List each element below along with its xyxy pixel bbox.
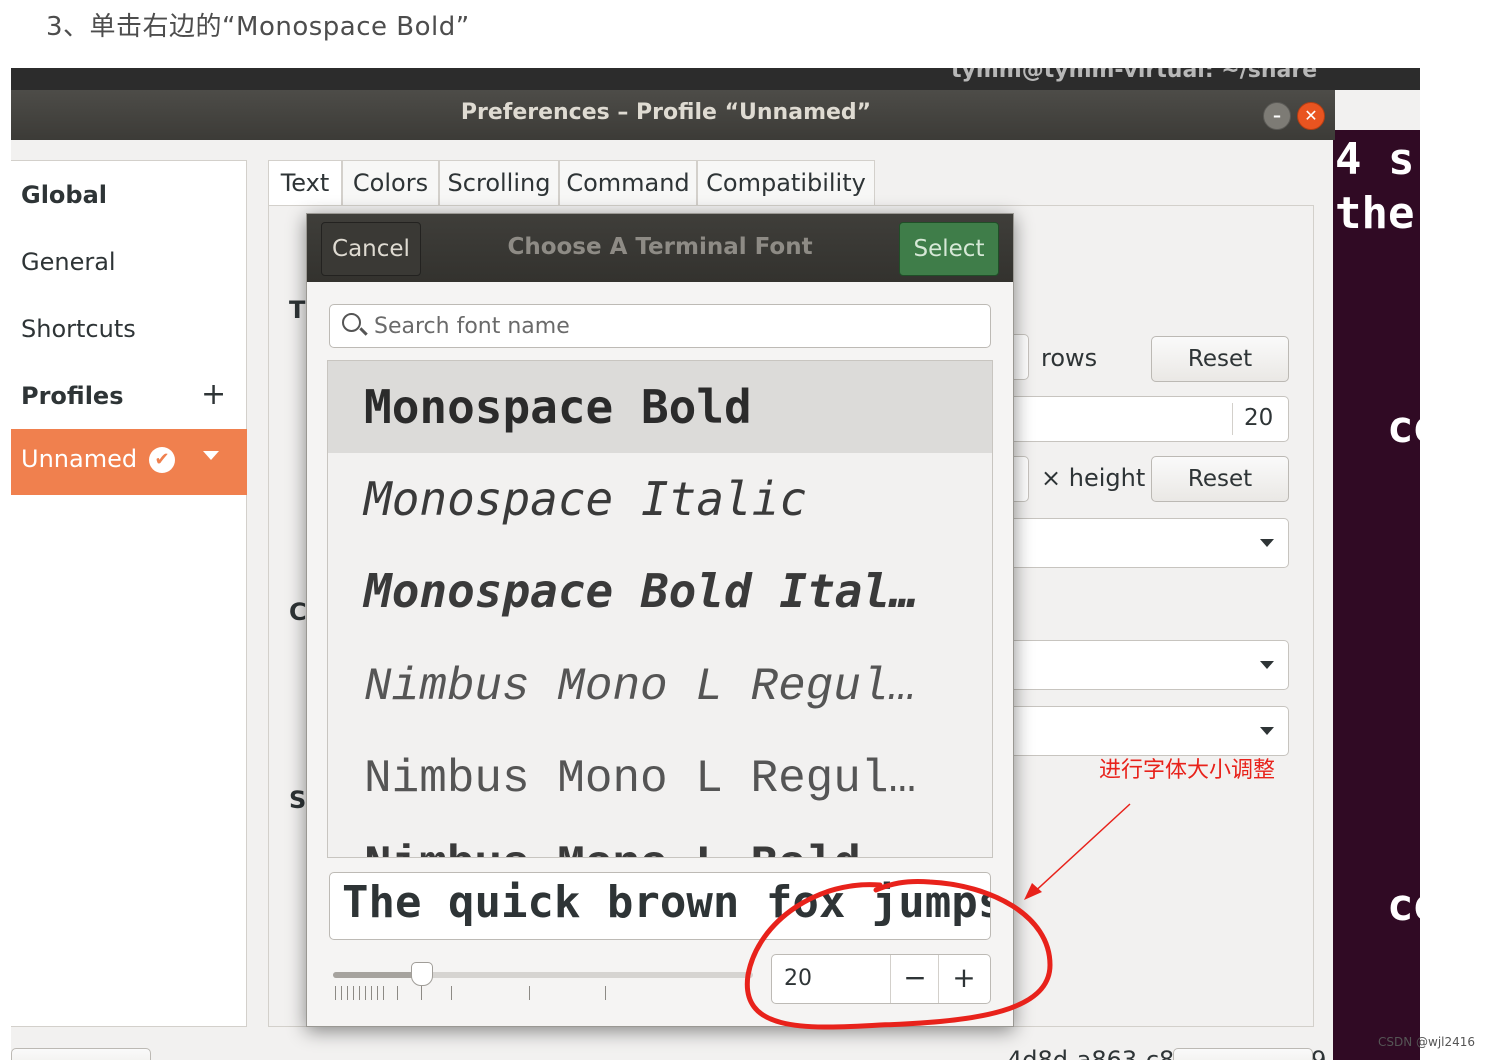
profile-name: Unnamed	[21, 445, 138, 473]
slider-tick	[359, 986, 360, 1000]
slider-tick	[365, 986, 366, 1000]
close-button[interactable]: ✕	[1297, 102, 1325, 130]
slider-tick	[377, 986, 378, 1000]
slider-tick	[397, 986, 398, 1000]
combo-box[interactable]	[969, 706, 1289, 756]
search-box[interactable]	[329, 304, 991, 348]
font-item-monospace-bold[interactable]: Monospace Bold	[328, 361, 992, 453]
screenshot-area: tymm@tymm-virtual: ~/share 4 s ther co c…	[11, 68, 1420, 1060]
sidebar-heading-profiles: Profiles	[21, 382, 124, 410]
reset-rows-button[interactable]: Reset	[1151, 336, 1289, 382]
terminal-line: 4 s	[1335, 134, 1415, 185]
slider-tick	[421, 986, 422, 1000]
font-item[interactable]: Monospace Bold Ital…	[328, 545, 992, 637]
font-item[interactable]: Nimbus Mono L Bold	[328, 819, 992, 857]
preview-text: The quick brown fox jumps over the lazy …	[342, 877, 990, 928]
top-panel: tymm@tymm-virtual: ~/share	[11, 68, 1420, 90]
font-item[interactable]: Monospace Italic	[328, 453, 992, 545]
terminal-line: co	[1387, 402, 1420, 453]
chevron-down-icon[interactable]	[203, 451, 219, 460]
tab-colors[interactable]: Colors	[342, 160, 439, 205]
slider-tick	[605, 986, 606, 1000]
background-terminal: 4 s ther co co com	[1333, 130, 1420, 1060]
section-letter: T	[289, 296, 306, 324]
chevron-down-icon	[1260, 727, 1274, 735]
size-field[interactable]: 20	[969, 396, 1289, 442]
increase-size-button[interactable]: +	[938, 955, 989, 1003]
close-dialog-button[interactable]	[1173, 1048, 1313, 1060]
slider-tick	[335, 986, 336, 1000]
section-letter: S	[289, 786, 307, 814]
slider-tick	[341, 986, 342, 1000]
terminal-line: ther	[1335, 188, 1420, 239]
select-button[interactable]: Select	[899, 222, 999, 276]
article-step-heading: 3、单击右边的“Monospace Bold”	[46, 12, 470, 42]
dialog-header: Choose A Terminal Font Cancel Select	[307, 214, 1013, 282]
search-input[interactable]	[374, 305, 974, 347]
default-check-icon: ✔	[149, 447, 175, 473]
slider-tick	[451, 986, 452, 1000]
sidebar-item-general[interactable]: General	[21, 248, 116, 276]
height-label: × height	[1041, 464, 1146, 492]
slider-tick	[353, 986, 354, 1000]
slider-fill	[333, 972, 421, 978]
reset-height-button[interactable]: Reset	[1151, 456, 1289, 502]
tab-scrolling[interactable]: Scrolling	[439, 160, 559, 205]
tab-compatibility[interactable]: Compatibility	[697, 160, 875, 205]
window-title: Preferences – Profile “Unnamed”	[460, 100, 872, 125]
sidebar-item-shortcuts[interactable]: Shortcuts	[21, 315, 136, 343]
help-button[interactable]	[11, 1048, 151, 1060]
font-item[interactable]: Nimbus Mono L Regul…	[328, 641, 992, 733]
slider-tick	[383, 986, 384, 1000]
add-profile-button[interactable]: +	[201, 377, 226, 412]
slider-handle[interactable]	[411, 962, 433, 986]
font-chooser-dialog: Choose A Terminal Font Cancel Select Mon…	[306, 213, 1014, 1027]
combo-box[interactable]	[969, 640, 1289, 690]
watermark: CSDN @wjl2416	[1378, 1035, 1476, 1049]
slider-tick	[347, 986, 348, 1000]
annotation-text: 进行字体大小调整	[1099, 758, 1276, 783]
font-item[interactable]: Nimbus Mono L Regul…	[328, 733, 992, 825]
tab-command[interactable]: Command	[559, 160, 697, 205]
search-icon-handle	[359, 327, 368, 336]
font-size-value[interactable]: 20	[784, 955, 812, 1003]
terminal-line: co	[1387, 880, 1420, 931]
minimize-button[interactable]: –	[1263, 102, 1291, 130]
window-titlebar: Preferences – Profile “Unnamed” – ✕	[11, 90, 1335, 140]
slider-tick	[529, 986, 530, 1000]
chevron-down-icon	[1260, 539, 1274, 547]
rows-label: rows	[1041, 344, 1098, 372]
decrease-size-button[interactable]: −	[890, 955, 939, 1003]
separator	[1232, 403, 1233, 435]
font-size-slider[interactable]	[333, 962, 753, 1006]
cancel-button[interactable]: Cancel	[321, 222, 421, 276]
size-field-value: 20	[1244, 405, 1274, 431]
sidebar-item-profile-unnamed[interactable]: Unnamed ✔	[11, 429, 247, 495]
sidebar-heading-global: Global	[21, 181, 108, 209]
tab-text[interactable]: Text	[268, 160, 342, 205]
preferences-sidebar: Global General Shortcuts Profiles + Unna…	[11, 160, 247, 1027]
font-list: Monospace Bold Monospace Italic Monospac…	[327, 360, 993, 858]
font-size-spinbutton[interactable]: 20 − +	[771, 954, 991, 1004]
background-terminal-title: tymm@tymm-virtual: ~/share	[951, 68, 1318, 83]
slider-tick	[371, 986, 372, 1000]
font-preview[interactable]: The quick brown fox jumps over the lazy …	[329, 872, 991, 940]
chevron-down-icon	[1260, 661, 1274, 669]
section-letter: C	[289, 598, 307, 626]
combo-box[interactable]	[969, 518, 1289, 568]
